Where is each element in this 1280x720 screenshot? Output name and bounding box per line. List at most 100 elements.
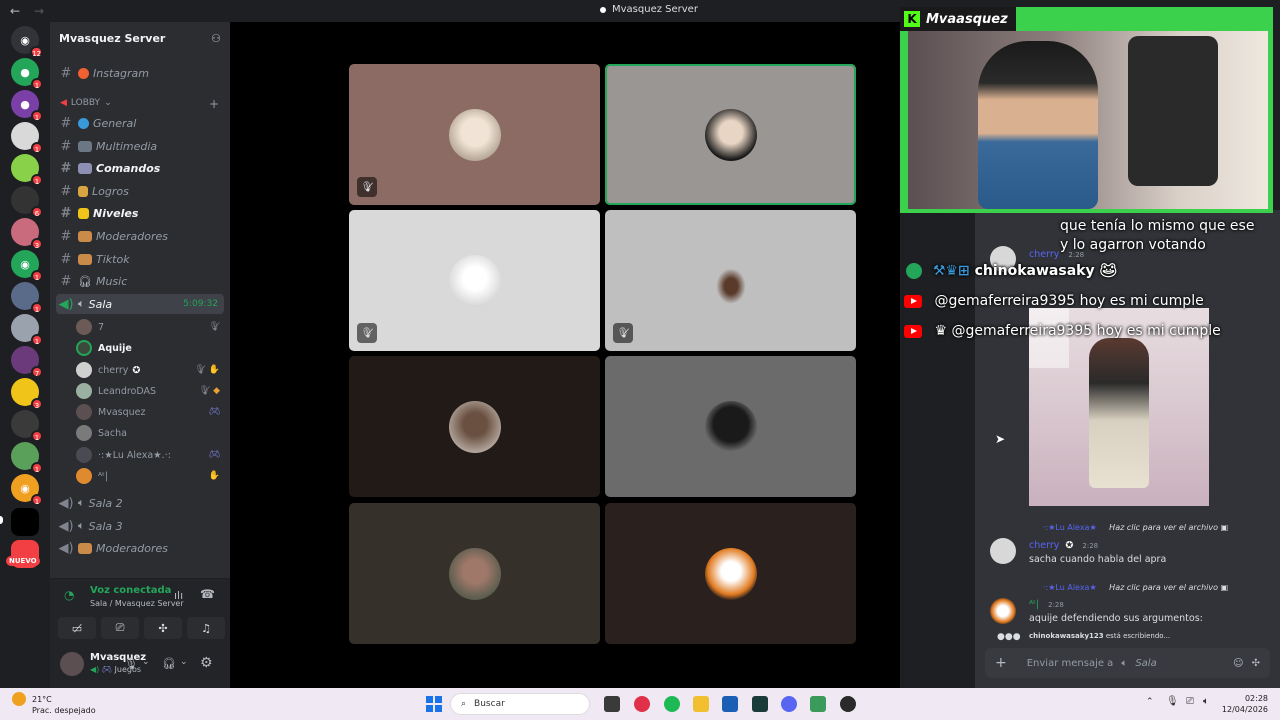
video-tile[interactable] [605,356,856,497]
soundboard-button[interactable]: ♫ [187,617,225,639]
voice-channel-sala-3[interactable]: ◀) 🔈︎ Sala 3 [56,516,224,536]
avatar[interactable] [990,538,1016,564]
channel-multimedia[interactable]: # Multimedia [56,136,224,156]
video-tile[interactable]: 🎙︎̸ [349,210,600,351]
new-badge: NUEVO [6,556,40,566]
message-text: sacha cuando habla del apra [1029,554,1167,565]
task-view-icon[interactable] [604,696,620,712]
server-icon[interactable]: 1 [11,314,43,346]
server-icon[interactable]: 1 [11,154,43,186]
channel-niveles[interactable]: # Niveles [56,203,224,223]
typing-text: está escribiendo... [1105,632,1171,640]
voice-member[interactable]: Mvasquez 🎮︎ [76,402,224,422]
chevron-down-icon[interactable]: ⌄ [142,657,150,667]
server-icon[interactable]: 7 [11,346,43,378]
obs-icon[interactable] [840,696,856,712]
mvasquez-server-icon[interactable] [11,508,39,536]
kick-logo-icon: K [904,11,920,27]
voice-channel-moderadores[interactable]: ◀) Moderadores [56,538,224,558]
taskbar-search[interactable]: ⌕ Buscar [450,693,590,715]
screen-share-button[interactable]: ⎚ [101,617,139,639]
server-icon[interactable]: 1 [11,282,43,314]
video-tile[interactable] [605,503,856,644]
avatar[interactable] [990,598,1016,624]
volume-icon[interactable]: 🔈︎ [1203,696,1209,707]
video-tile[interactable]: 🎙︎̸ [349,64,600,205]
emoji-icon[interactable]: ☺ [1233,658,1243,669]
webcam-feed [908,31,1268,209]
reply-reference[interactable]: ·:★Lu Alexa★ Haz clic para ver el archiv… [1043,523,1228,532]
voice-member[interactable]: ·:★Lu Alexa★.·: 🎮︎ [76,445,224,465]
server-icon[interactable]: 3 [11,378,43,410]
chevron-down-icon[interactable]: ⌄ [180,657,188,667]
message-author[interactable]: ᴬᵗ| 2:28 [1029,599,1064,610]
server-icon[interactable]: 3 [11,218,43,250]
server-header[interactable]: Mvasquez Server ⚇ [50,22,230,54]
apps-icon[interactable]: ✣ [1252,658,1260,669]
channel-tiktok[interactable]: # Tiktok [56,249,224,269]
channel-comandos[interactable]: # Comandos [56,158,224,178]
category-lobby[interactable]: ◀ LOBBY ⌄ [60,98,112,108]
settings-gear-icon[interactable]: ⚙ [200,655,213,671]
chevron-up-icon[interactable]: ⌃ [1146,697,1154,707]
server-icon[interactable]: 1 [11,122,43,154]
server-icon[interactable]: 6 [11,186,43,218]
server-icon[interactable]: ◉ 1 [11,250,43,282]
opera-icon[interactable] [634,696,650,712]
server-icon[interactable]: 1 [11,442,43,474]
voice-member[interactable]: 7 🎙︎̸ [76,317,224,337]
app-icon[interactable] [810,696,826,712]
voice-channel-sala-2[interactable]: ◀) 🔈︎ Sala 2 [56,493,224,513]
direct-messages-icon[interactable]: ◉ 12 [11,26,43,58]
message-input[interactable]: + Enviar mensaje a 🔈︎ Sala ☺ ✣ [985,648,1270,678]
server-icon[interactable]: ● 1 [11,90,43,122]
activities-button[interactable]: ✣ [144,617,182,639]
headphones-icon[interactable]: 🎧︎ [162,657,176,670]
noise-suppression-icon[interactable]: ılı [174,589,183,602]
channel-logros[interactable]: # Logros [56,181,224,201]
windows-start-icon[interactable] [426,696,442,712]
server-icon[interactable]: 1 [11,410,43,442]
video-tile[interactable]: 🎙︎̸ [605,210,856,351]
voice-member[interactable]: cherry ✪ 🎙︎̸ ✋ [76,360,224,380]
video-tile[interactable] [349,503,600,644]
store-icon[interactable] [722,696,738,712]
voice-channel-sala[interactable]: ◀) 🔈︎ Sala 5:09:32 [56,294,224,314]
weather-widget[interactable]: 21°C Prac. despejado [12,692,96,715]
channel-moderadores[interactable]: # Moderadores [56,226,224,246]
message-author[interactable]: cherry ✪ 2:28 [1029,540,1098,551]
voice-channel-path[interactable]: Sala / Mvasquez Server [90,599,184,608]
back-arrow-icon[interactable]: ← [10,4,24,18]
voice-status[interactable]: Voz conectada [90,585,171,596]
clock-time: 02:28 [1244,694,1268,703]
clock[interactable]: 02:28 12/04/2026 [1222,693,1268,715]
avatar [76,425,92,441]
reply-reference[interactable]: ·:★Lu Alexa★ Haz clic para ver el archiv… [1043,583,1228,592]
voice-member[interactable]: LeandroDAS 🎙︎̸ ◆ [76,381,224,401]
server-icon[interactable]: ◉ 1 [11,474,43,506]
channel-instagram[interactable]: # Instagram [56,63,224,83]
camera-off-button[interactable]: ▭̸ [58,617,96,639]
video-tile[interactable] [349,356,600,497]
add-channel-icon[interactable]: + [209,97,219,111]
channel-general[interactable]: # General [56,113,224,133]
spotify-icon[interactable] [664,696,680,712]
disconnect-icon[interactable]: ☎ [200,587,215,601]
add-member-icon[interactable]: ⚇ [211,32,221,45]
server-icon[interactable]: ● 1 [11,58,43,90]
discord-icon[interactable] [781,696,797,712]
file-explorer-icon[interactable] [693,696,709,712]
microphone-icon[interactable]: 🎙︎ [1166,696,1179,707]
forward-arrow-icon[interactable]: → [34,4,48,18]
channel-music[interactable]: # 🎧︎ Music [56,271,224,291]
voice-member[interactable]: Aquije [76,338,224,358]
voice-member[interactable]: Sacha [76,423,224,443]
avatar[interactable] [60,652,84,676]
video-tile[interactable] [605,64,856,205]
microphone-icon[interactable]: 🎙︎ [124,657,138,670]
app-icon[interactable] [752,696,768,712]
add-attachment-icon[interactable]: + [995,655,1007,671]
chevron-down-icon: ⌄ [104,98,112,108]
voice-member[interactable]: ᴬᵗ| ✋ [76,466,224,486]
network-icon[interactable]: ⎚ [1186,696,1194,707]
